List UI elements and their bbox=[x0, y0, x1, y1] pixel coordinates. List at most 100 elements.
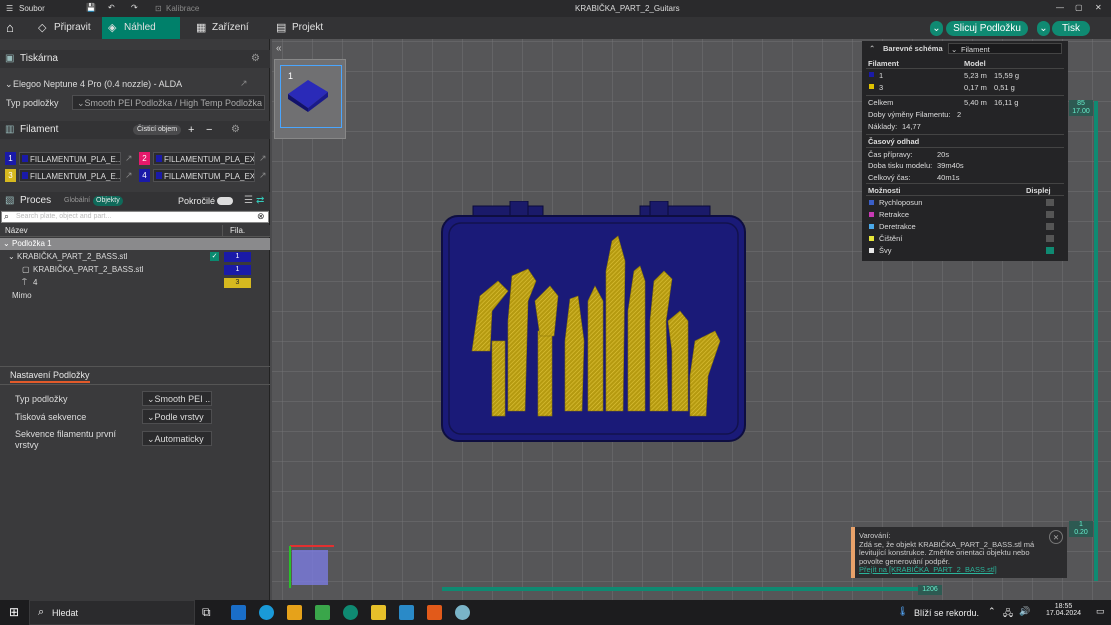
tab-device[interactable]: ▦ Zařízení bbox=[190, 17, 260, 39]
objects-toggle[interactable]: Objekty bbox=[93, 196, 123, 206]
modifier-filament-badge[interactable]: 3 bbox=[224, 278, 251, 288]
object-search-input[interactable]: ⌕ Search plate, object and part... ⊗ bbox=[1, 211, 269, 223]
save-icon[interactable]: 💾 bbox=[86, 3, 96, 12]
close-window-icon[interactable]: ✕ bbox=[1095, 3, 1102, 12]
photos-icon[interactable] bbox=[315, 605, 330, 620]
print-button[interactable]: Tisk bbox=[1052, 21, 1090, 36]
option-wipe-checkbox[interactable] bbox=[1046, 235, 1054, 242]
printer-settings-icon[interactable]: ⚙ bbox=[251, 50, 260, 68]
option-deretract-checkbox[interactable] bbox=[1046, 223, 1054, 230]
plate-tree-row[interactable]: ⌄ Podložka 1 bbox=[0, 238, 270, 250]
calibration-icon[interactable]: ⊡ bbox=[155, 4, 162, 13]
filament-column-header[interactable]: Fila. bbox=[230, 226, 245, 235]
plate-thumbnail[interactable]: 1 bbox=[274, 59, 346, 139]
printer-section-header[interactable]: ▣ Tiskárna ⚙ bbox=[0, 50, 270, 68]
process-section-header[interactable]: ▧ Proces Globální Objekty Pokročilé ☰ ⇄ bbox=[0, 192, 270, 210]
undo-icon[interactable]: ↶ bbox=[108, 3, 115, 12]
move-slider-label[interactable]: 1206 bbox=[918, 585, 942, 595]
filament-name[interactable]: FILLAMENTUM_PLA_EX... bbox=[153, 169, 255, 182]
maximize-icon[interactable]: ▢ bbox=[1075, 3, 1083, 12]
tab-project[interactable]: ▤ Projekt bbox=[270, 17, 340, 39]
filament-slot-1[interactable]: 1 FILLAMENTUM_PLA_E... ↗ bbox=[5, 152, 135, 165]
plate-type-setting-select[interactable]: ⌄Smooth PEI ... bbox=[142, 391, 212, 406]
slice-dropdown-icon[interactable]: ⌄ bbox=[930, 21, 943, 36]
store-icon[interactable] bbox=[287, 605, 302, 620]
filament-name[interactable]: FILLAMENTUM_PLA_E... bbox=[19, 169, 121, 182]
notifications-icon[interactable]: ▭ bbox=[1096, 606, 1105, 617]
tab-prepare[interactable]: ◇ Připravit bbox=[32, 17, 100, 39]
option-seams-checkbox[interactable] bbox=[1046, 247, 1054, 254]
filament-edit-icon[interactable]: ↗ bbox=[125, 152, 133, 165]
process-compare-icon[interactable]: ⇄ bbox=[256, 192, 264, 210]
weather-app-icon[interactable] bbox=[455, 605, 470, 620]
clean-volume-button[interactable]: Čisticí objem bbox=[133, 125, 182, 135]
sliced-model[interactable] bbox=[440, 201, 760, 446]
collapse-stats-icon[interactable]: ⌃ bbox=[869, 44, 875, 53]
hamburger-icon[interactable]: ☰ bbox=[6, 4, 13, 13]
file-menu[interactable]: Soubor bbox=[19, 4, 45, 13]
filament-settings-icon[interactable]: ⚙ bbox=[231, 121, 240, 139]
filament-edit-icon[interactable]: ↗ bbox=[259, 169, 267, 182]
weather-status[interactable]: Blíží se rekordu. bbox=[914, 608, 979, 618]
filament-slot-2[interactable]: 2 FILLAMENTUM_PLA_EX... ↗ bbox=[139, 152, 269, 165]
home-icon[interactable]: ⌂ bbox=[6, 20, 14, 35]
file-explorer-icon[interactable] bbox=[371, 605, 386, 620]
modifier-tree-row[interactable]: ⍑ 4 3 bbox=[0, 277, 270, 289]
print-dropdown-icon[interactable]: ⌄ bbox=[1037, 21, 1050, 36]
edge-browser-icon[interactable] bbox=[259, 605, 274, 620]
slicer-app-icon[interactable] bbox=[343, 605, 358, 620]
slice-plate-button[interactable]: Slicuj Podložku bbox=[946, 21, 1028, 36]
expand-icon[interactable]: ⌄ bbox=[3, 239, 10, 248]
redo-icon[interactable]: ↷ bbox=[131, 3, 138, 12]
jump-to-object-link[interactable]: Přejít na [KRABIČKA_PART_2_BASS.stl] bbox=[859, 565, 1063, 575]
object-filament-badge[interactable]: 1 bbox=[224, 252, 251, 262]
calculator-icon[interactable] bbox=[399, 605, 414, 620]
calibration-menu[interactable]: Kalibrace bbox=[166, 4, 199, 13]
part-filament-badge[interactable]: 1 bbox=[224, 265, 251, 275]
mail-app-icon[interactable] bbox=[231, 605, 246, 620]
plate-settings-tab[interactable]: Nastavení Podložky bbox=[10, 370, 90, 383]
task-view-icon[interactable]: ⧉ bbox=[202, 605, 211, 620]
checkmark-icon[interactable]: ✓ bbox=[210, 252, 219, 261]
taskbar-clock[interactable]: 18:55 17.04.2024 bbox=[1046, 603, 1081, 617]
part-tree-row[interactable]: ▢ KRABIČKA_PART_2_BASS.stl 1 bbox=[0, 264, 270, 276]
color-scheme-select[interactable]: ⌄ Filament bbox=[948, 43, 1062, 54]
tab-preview[interactable]: ◈ Náhled bbox=[102, 17, 180, 39]
move-slider-track[interactable] bbox=[442, 587, 922, 591]
name-column-header[interactable]: Název bbox=[5, 226, 28, 235]
windows-start-icon[interactable]: ⊞ bbox=[9, 605, 19, 619]
plate-type-select[interactable]: ⌄Smooth PEI Podložka / High Temp Podložk… bbox=[72, 95, 265, 110]
filament-section-header[interactable]: ▥ Filament Čisticí objem + − ⚙ bbox=[0, 121, 270, 139]
filament-edit-icon[interactable]: ↗ bbox=[125, 169, 133, 182]
layer-top-label[interactable]: 85 17.00 bbox=[1069, 100, 1093, 116]
network-icon[interactable]: 🖧 bbox=[1003, 606, 1013, 622]
taskbar-search-box[interactable]: ⌕ Hledat bbox=[29, 600, 195, 625]
tray-expand-icon[interactable]: ⌃ bbox=[988, 606, 996, 617]
printer-name[interactable]: Elegoo Neptune 4 Pro (0.4 nozzle) - ALDA bbox=[13, 79, 182, 89]
filament-edit-icon[interactable]: ↗ bbox=[259, 152, 267, 165]
option-retract-checkbox[interactable] bbox=[1046, 211, 1054, 218]
filament-slot-4[interactable]: 4 FILLAMENTUM_PLA_EX... ↗ bbox=[139, 169, 269, 182]
print-sequence-select[interactable]: ⌄Podle vrstvy bbox=[142, 409, 212, 424]
volume-icon[interactable]: 🔊 bbox=[1019, 606, 1030, 617]
layer-bottom-label[interactable]: 1 0.20 bbox=[1069, 521, 1093, 537]
printer-dropdown-icon[interactable]: ⌄ bbox=[5, 79, 13, 90]
remove-filament-icon[interactable]: − bbox=[206, 121, 212, 139]
process-list-icon[interactable]: ☰ bbox=[244, 192, 253, 210]
minimize-icon[interactable]: — bbox=[1056, 3, 1064, 12]
expand-icon[interactable]: ⌄ bbox=[8, 252, 15, 261]
printer-edit-icon[interactable]: ↗ bbox=[240, 78, 248, 89]
advanced-toggle[interactable] bbox=[217, 197, 233, 205]
filament-name[interactable]: FILLAMENTUM_PLA_E... bbox=[19, 152, 121, 165]
filament-name[interactable]: FILLAMENTUM_PLA_EX... bbox=[153, 152, 255, 165]
add-filament-icon[interactable]: + bbox=[188, 121, 194, 139]
global-toggle[interactable]: Globální bbox=[64, 192, 90, 210]
office-app-icon[interactable] bbox=[427, 605, 442, 620]
layer-slider-track[interactable] bbox=[1094, 101, 1098, 581]
first-layer-sequence-select[interactable]: ⌄Automaticky bbox=[142, 431, 212, 446]
close-warning-icon[interactable]: ✕ bbox=[1049, 530, 1063, 544]
filament-slot-3[interactable]: 3 FILLAMENTUM_PLA_E... ↗ bbox=[5, 169, 135, 182]
clear-search-icon[interactable]: ⊗ bbox=[257, 211, 265, 222]
option-travel-checkbox[interactable] bbox=[1046, 199, 1054, 206]
collapse-panel-icon[interactable]: « bbox=[276, 43, 282, 54]
